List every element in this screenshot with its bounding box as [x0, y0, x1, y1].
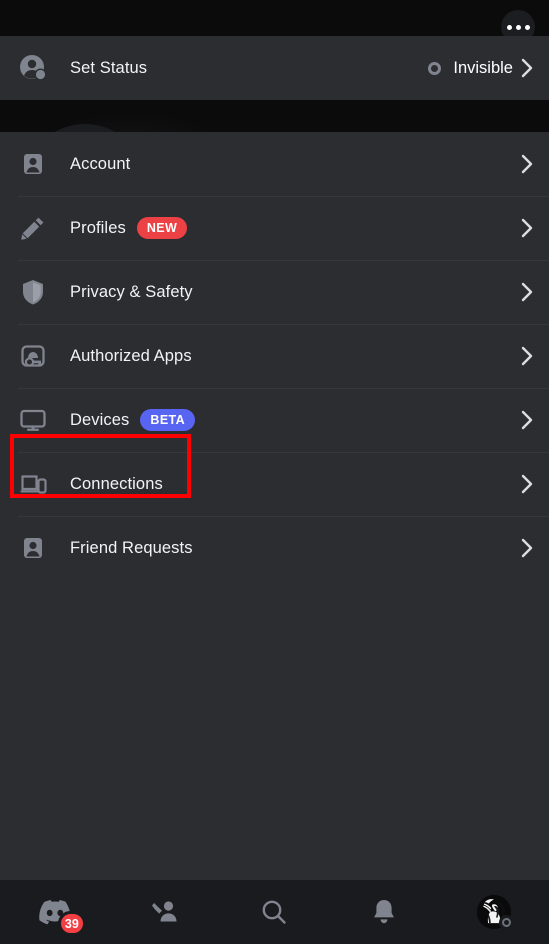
- nav-avatar-status: [499, 915, 515, 930]
- chevron-right-icon: [521, 538, 533, 558]
- status-section: Set Status Invisible: [0, 36, 549, 100]
- nav-item-friends[interactable]: [110, 880, 220, 944]
- settings-item-profiles[interactable]: Profiles NEW: [0, 196, 549, 260]
- friend-requests-icon: [18, 533, 48, 563]
- pencil-icon: [18, 213, 48, 243]
- bottom-navigation-bar: 39: [0, 880, 549, 944]
- status-value-text: Invisible: [453, 58, 513, 77]
- settings-item-privacy-safety[interactable]: Privacy & Safety: [0, 260, 549, 324]
- chevron-right-icon: [521, 410, 533, 430]
- settings-item-friend-requests[interactable]: Friend Requests: [0, 516, 549, 580]
- settings-item-label: Friend Requests: [70, 538, 193, 557]
- settings-item-label: Account: [70, 154, 131, 173]
- set-status-icon: [18, 53, 48, 83]
- search-icon: [263, 900, 287, 924]
- settings-list: Account Profiles NEW Privacy & Safety Au…: [0, 132, 549, 580]
- monitor-icon: [18, 405, 48, 435]
- account-person-card-icon: [18, 149, 48, 179]
- settings-item-label: Profiles: [70, 218, 126, 237]
- settings-item-authorized-apps[interactable]: Authorized Apps: [0, 324, 549, 388]
- settings-item-label: Privacy & Safety: [70, 282, 193, 301]
- nav-item-notifications[interactable]: [329, 880, 439, 944]
- dot-3: [524, 24, 530, 30]
- chevron-right-icon: [521, 218, 533, 238]
- chevron-right-icon: [521, 346, 533, 366]
- settings-item-label: Authorized Apps: [70, 346, 192, 365]
- authorized-apps-icon: [18, 341, 48, 371]
- row-set-status[interactable]: Set Status Invisible: [0, 36, 549, 100]
- beta-badge: BETA: [140, 409, 196, 431]
- invisible-status-dot: [428, 61, 442, 75]
- shield-icon: [18, 277, 48, 307]
- new-badge: NEW: [136, 217, 188, 239]
- nav-item-servers[interactable]: 39: [0, 880, 110, 944]
- invisible-status-ring-small: [502, 918, 512, 927]
- settings-item-connections[interactable]: Connections: [0, 452, 549, 516]
- settings-item-label: Connections: [70, 474, 163, 493]
- chevron-right-icon: [521, 154, 533, 174]
- settings-item-account[interactable]: Account: [0, 132, 549, 196]
- chevron-right-icon: [521, 58, 533, 78]
- settings-item-label: Devices: [70, 410, 130, 429]
- dot-1: [506, 24, 512, 30]
- servers-unread-badge: 39: [57, 911, 86, 936]
- nav-item-you[interactable]: [439, 880, 549, 944]
- status-value-group: Invisible: [428, 59, 513, 78]
- bell-icon: [374, 900, 395, 924]
- dot-2: [515, 24, 521, 30]
- friends-icon: [151, 901, 177, 922]
- discord-user-settings-screen: Set Status Invisible Account Profiles NE…: [0, 0, 549, 944]
- chevron-right-icon: [521, 282, 533, 302]
- settings-item-devices[interactable]: Devices BETA: [0, 388, 549, 452]
- user-avatar-icon: [477, 895, 515, 930]
- row-label-set-status: Set Status: [70, 58, 148, 77]
- nav-item-search[interactable]: [220, 880, 330, 944]
- chevron-right-icon: [521, 474, 533, 494]
- laptop-phone-icon: [18, 469, 48, 499]
